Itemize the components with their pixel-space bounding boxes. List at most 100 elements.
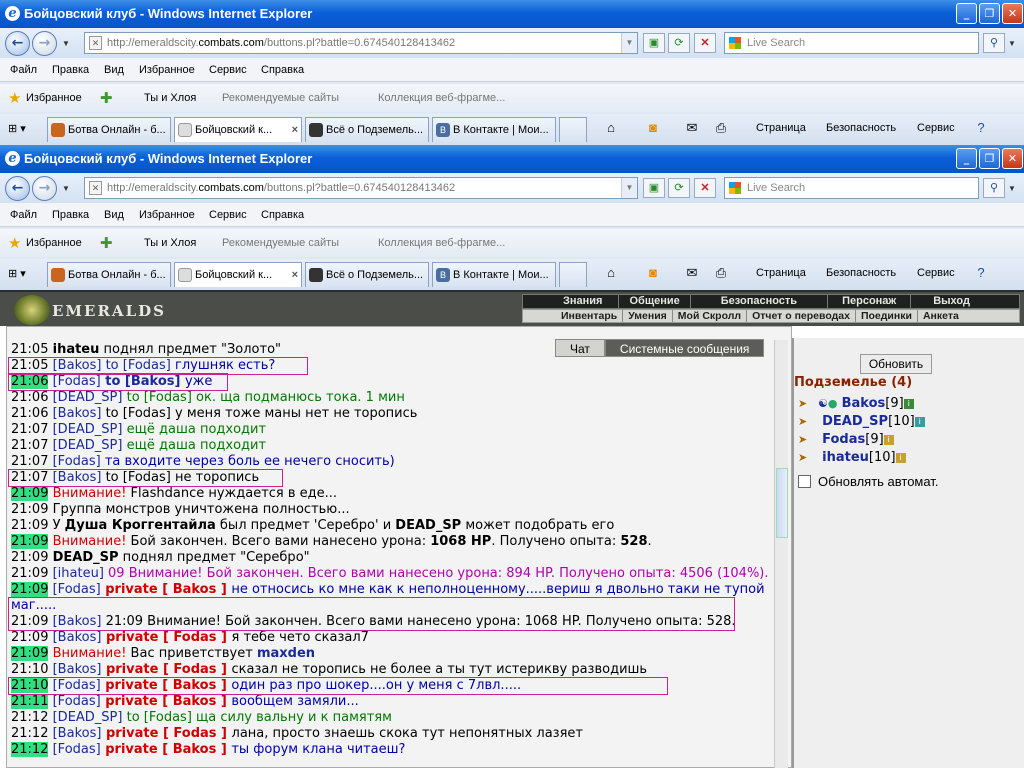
tab-vkontakte[interactable]: BВ Контакте | Мои...	[432, 117, 556, 142]
history-dropdown-icon[interactable]: ▼	[62, 39, 70, 48]
menu-file[interactable]: Файл	[10, 209, 37, 221]
print-icon[interactable]: ⎙	[712, 120, 730, 136]
search-button[interactable]: ⚲	[983, 178, 1005, 198]
back-button[interactable]: ←	[5, 31, 30, 56]
menu-edit[interactable]: Правка	[52, 64, 89, 76]
fav-link-1[interactable]: Ты и Хлоя	[144, 92, 196, 104]
tab-vkontakte[interactable]: BВ Контакте | Мои...	[432, 262, 556, 287]
player-name[interactable]: ihateu	[822, 450, 869, 465]
scroll-thumb[interactable]	[776, 468, 788, 538]
nav-character[interactable]: Персонаж	[828, 295, 912, 308]
menu-tools[interactable]: Сервис	[209, 64, 247, 76]
forward-button[interactable]: →	[32, 31, 57, 56]
tab-combats[interactable]: Бойцовский к... ×	[174, 117, 302, 142]
tab-combats[interactable]: Бойцовский к... ×	[174, 262, 302, 287]
compat-view-button[interactable]: ▣	[643, 33, 665, 53]
player-name-link[interactable]: [Fodas]	[53, 582, 101, 597]
player-name-link[interactable]: [Bakos]	[53, 726, 102, 741]
nav-my-scroll[interactable]: Мой Скролл	[673, 310, 748, 322]
fav-link-1[interactable]: Ты и Хлоя	[144, 237, 196, 249]
new-tab-button[interactable]	[559, 117, 587, 142]
stop-button[interactable]: ✕	[694, 178, 716, 198]
search-input[interactable]: Live Search	[724, 177, 979, 199]
fav-link-2[interactable]: Рекомендуемые сайты	[222, 92, 339, 104]
search-options-icon[interactable]: ▼	[1008, 184, 1016, 193]
private-msg-icon[interactable]: ➤	[798, 449, 818, 467]
address-dropdown-icon[interactable]: ▼	[621, 178, 637, 198]
player-name-link[interactable]: [Fodas]	[53, 454, 101, 469]
favorites-star-icon[interactable]: ★	[8, 234, 21, 252]
info-icon[interactable]: i	[895, 453, 906, 463]
refresh-players-button[interactable]: Обновить	[860, 354, 932, 374]
history-dropdown-icon[interactable]: ▼	[62, 184, 70, 193]
menu-edit[interactable]: Правка	[52, 209, 89, 221]
home-icon[interactable]: ⌂	[602, 120, 620, 136]
fav-link-2[interactable]: Рекомендуемые сайты	[222, 237, 339, 249]
address-input[interactable]: ✕ http://emeraldscity.combats.com/button…	[84, 32, 638, 54]
player-name-link[interactable]: [Fodas]	[53, 694, 101, 709]
close-button[interactable]: ✕	[1002, 3, 1023, 24]
home-icon[interactable]: ⌂	[602, 265, 620, 281]
fav-link-3[interactable]: Коллекция веб-фрагме...	[378, 92, 505, 104]
minimize-button[interactable]: _	[956, 3, 977, 24]
favorites-star-icon[interactable]: ★	[8, 89, 21, 107]
menu-file[interactable]: Файл	[10, 64, 37, 76]
info-icon[interactable]: i	[883, 435, 894, 445]
tab-botva[interactable]: Ботва Онлайн - б...	[47, 117, 171, 142]
tab-underground[interactable]: Всё о Подземель...	[305, 262, 429, 287]
nav-knowledge[interactable]: Знания	[523, 295, 620, 308]
mail-icon[interactable]: ✉	[683, 265, 701, 281]
private-msg-icon[interactable]: ➤	[798, 431, 818, 449]
nav-exit[interactable]: Выход	[911, 295, 992, 308]
menu-view[interactable]: Вид	[104, 209, 124, 221]
add-favorite-icon[interactable]: ✚	[100, 89, 113, 107]
security-menu[interactable]: Безопасность	[826, 122, 896, 134]
auto-refresh-checkbox[interactable]	[798, 475, 811, 488]
close-button[interactable]: ✕	[1002, 148, 1023, 169]
fav-link-3[interactable]: Коллекция веб-фрагме...	[378, 237, 505, 249]
player-name-link[interactable]: [ihateu]	[53, 566, 104, 581]
tab-close-icon[interactable]: ×	[292, 118, 298, 142]
nav-communication[interactable]: Общение	[619, 295, 691, 308]
tools-menu[interactable]: Сервис	[917, 122, 955, 134]
feeds-icon[interactable]: ◙	[644, 120, 662, 136]
info-icon[interactable]: i	[903, 399, 914, 409]
info-icon[interactable]: i	[914, 417, 925, 427]
refresh-button[interactable]: ⟳	[668, 33, 690, 53]
player-name-link[interactable]: [Bakos]	[53, 630, 102, 645]
security-menu[interactable]: Безопасность	[826, 267, 896, 279]
help-icon[interactable]: ?	[972, 265, 990, 281]
page-menu[interactable]: Страница	[756, 267, 806, 279]
address-dropdown-icon[interactable]: ▼	[621, 33, 637, 53]
restore-button[interactable]: ❐	[979, 148, 1000, 169]
address-input[interactable]: ✕ http://emeraldscity.combats.com/button…	[84, 177, 638, 199]
nav-inventory[interactable]: Инвентарь	[523, 310, 624, 322]
player-name-link[interactable]: [DEAD_SP]	[53, 710, 123, 725]
back-button[interactable]: ←	[5, 176, 30, 201]
player-name-link[interactable]: [DEAD_SP]	[53, 438, 123, 453]
menu-help[interactable]: Справка	[261, 209, 304, 221]
player-name-link[interactable]: [Bakos]	[53, 406, 102, 421]
favorites-button[interactable]: Избранное	[26, 237, 82, 249]
quick-tabs-icon[interactable]: ⊞ ▾	[8, 262, 26, 287]
mail-icon[interactable]: ✉	[683, 120, 701, 136]
tab-underground[interactable]: Всё о Подземель...	[305, 117, 429, 142]
restore-button[interactable]: ❐	[979, 3, 1000, 24]
print-icon[interactable]: ⎙	[712, 265, 730, 281]
minimize-button[interactable]: _	[956, 148, 977, 169]
nav-skills[interactable]: Умения	[623, 310, 673, 322]
player-name-link[interactable]: [Fodas]	[53, 742, 101, 757]
player-name[interactable]: Bakos	[842, 396, 886, 411]
menu-favorites[interactable]: Избранное	[139, 64, 195, 76]
private-msg-icon[interactable]: ➤	[798, 413, 818, 431]
search-button[interactable]: ⚲	[983, 33, 1005, 53]
private-msg-icon[interactable]: ➤	[798, 395, 818, 413]
menu-view[interactable]: Вид	[104, 64, 124, 76]
nav-security[interactable]: Безопасность	[691, 295, 829, 308]
menu-favorites[interactable]: Избранное	[139, 209, 195, 221]
player-name[interactable]: DEAD_SP	[822, 414, 888, 429]
favorites-button[interactable]: Избранное	[26, 92, 82, 104]
feeds-icon[interactable]: ◙	[644, 265, 662, 281]
player-name-link[interactable]: [DEAD_SP]	[53, 390, 123, 405]
compat-view-button[interactable]: ▣	[643, 178, 665, 198]
